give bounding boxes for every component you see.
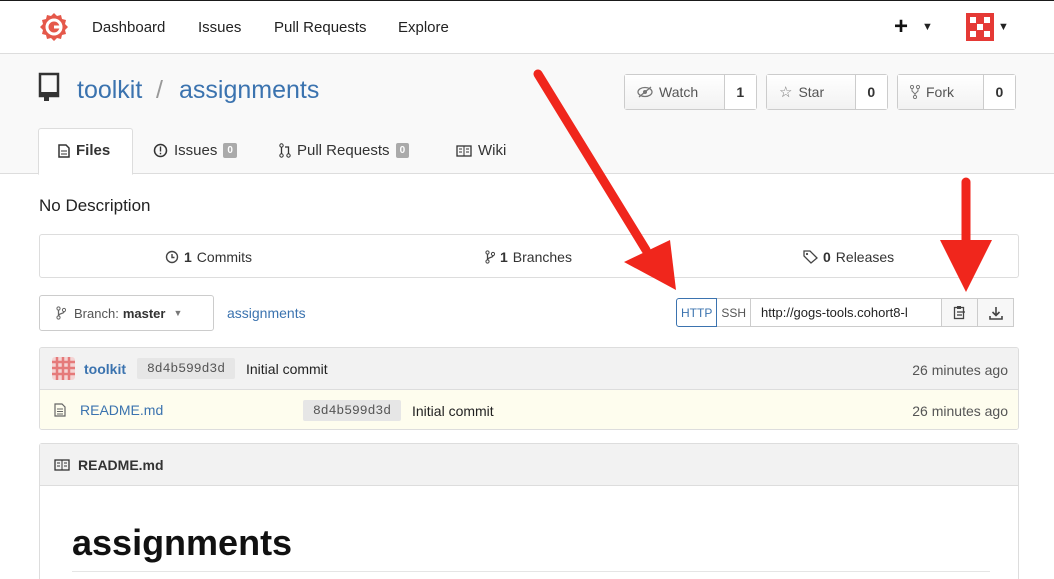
- issues-count-badge: 0: [223, 143, 237, 158]
- commit-author-link[interactable]: toolkit: [84, 361, 126, 377]
- download-icon: [988, 306, 1003, 320]
- repo-owner-link[interactable]: toolkit: [77, 76, 142, 105]
- download-button[interactable]: [978, 298, 1015, 327]
- book-open-icon: [54, 458, 70, 471]
- repo-description: No Description: [39, 196, 151, 215]
- user-caret-icon[interactable]: ▼: [998, 21, 1009, 33]
- readme-heading: assignments: [72, 522, 293, 563]
- branch-selector[interactable]: Branch: master ▼: [39, 295, 214, 331]
- author-avatar[interactable]: [52, 357, 75, 380]
- tag-icon: [803, 250, 818, 264]
- readme-divider: [72, 571, 990, 572]
- file-commit-message[interactable]: Initial commit: [412, 403, 494, 419]
- top-navbar: Dashboard Issues Pull Requests Explore +…: [0, 0, 1054, 54]
- ssh-clone-button[interactable]: SSH: [717, 298, 752, 327]
- tab-pull-requests-label: Pull Requests: [297, 142, 390, 159]
- commit-sha-button[interactable]: 8d4b599d3d: [137, 358, 236, 379]
- fork-button-group: Fork 0: [897, 74, 1016, 110]
- readme-panel: README.md assignments: [39, 443, 1019, 579]
- readme-filename: README.md: [78, 456, 164, 473]
- tab-wiki-label: Wiki: [478, 142, 507, 159]
- repo-name-link[interactable]: assignments: [179, 76, 319, 105]
- nav-explore[interactable]: Explore: [398, 19, 449, 36]
- star-icon: ☆: [779, 84, 793, 101]
- file-text-icon: [54, 403, 66, 417]
- branch-name: master: [122, 305, 166, 321]
- file-table: toolkit 8d4b599d3d Initial commit 26 min…: [39, 347, 1019, 430]
- releases-stat-link[interactable]: 0 Releases: [803, 249, 894, 265]
- commit-message[interactable]: Initial commit: [246, 361, 328, 377]
- issue-opened-icon: [153, 143, 168, 158]
- watch-label: Watch: [659, 84, 699, 100]
- star-button[interactable]: ☆ Star: [767, 75, 856, 109]
- branch-prefix: Branch:: [74, 305, 119, 321]
- gogs-logo-icon[interactable]: [38, 11, 70, 43]
- chevron-down-icon: ▼: [173, 308, 183, 318]
- commits-label: Commits: [196, 249, 253, 265]
- nav-dashboard[interactable]: Dashboard: [92, 19, 165, 36]
- file-commit-time: 26 minutes ago: [912, 403, 1008, 419]
- branch-icon: [56, 306, 66, 320]
- clone-url-input[interactable]: http://gogs-tools.cohort8-l: [751, 298, 943, 327]
- fork-button[interactable]: Fork: [898, 75, 984, 109]
- repo-stats-bar: 1 Commits 1 Branches 0 Releases: [39, 234, 1019, 278]
- watch-count[interactable]: 1: [724, 75, 756, 109]
- commits-stat-link[interactable]: 1 Commits: [165, 249, 252, 265]
- commit-time: 26 minutes ago: [912, 362, 1008, 378]
- breadcrumb-repo-link[interactable]: assignments: [227, 305, 306, 321]
- fork-label: Fork: [926, 84, 954, 100]
- branches-count: 1: [500, 249, 508, 265]
- readme-header: README.md: [40, 444, 1018, 486]
- history-icon: [165, 250, 179, 264]
- fork-icon: [910, 85, 920, 99]
- eye-slash-icon: [637, 86, 653, 98]
- star-button-group: ☆ Star 0: [766, 74, 888, 110]
- repo-path-separator: /: [156, 76, 163, 104]
- nav-issues[interactable]: Issues: [198, 19, 241, 36]
- star-count[interactable]: 0: [855, 75, 887, 109]
- releases-label: Releases: [835, 249, 895, 265]
- commits-count: 1: [184, 249, 192, 265]
- tab-issues-label: Issues: [174, 142, 218, 159]
- book-open-icon: [456, 144, 472, 157]
- http-clone-button[interactable]: HTTP: [676, 298, 718, 327]
- clipboard-icon: [953, 306, 965, 320]
- latest-commit-row: toolkit 8d4b599d3d Initial commit 26 min…: [40, 348, 1018, 390]
- tab-files[interactable]: Files: [58, 142, 110, 159]
- tab-files-label: Files: [76, 142, 111, 159]
- branches-stat-link[interactable]: 1 Branches: [485, 249, 572, 265]
- clone-url-group: HTTP SSH http://gogs-tools.cohort8-l: [676, 298, 1015, 327]
- file-commit-sha[interactable]: 8d4b599d3d: [303, 400, 402, 421]
- fork-count[interactable]: 0: [983, 75, 1015, 109]
- pulls-count-badge: 0: [395, 143, 410, 158]
- table-row[interactable]: README.md 8d4b599d3d Initial commit 26 m…: [40, 390, 1018, 429]
- create-caret-icon[interactable]: ▼: [922, 21, 933, 33]
- pull-request-icon: [279, 143, 291, 158]
- watch-button-group: Watch 1: [624, 74, 757, 110]
- nav-pull-requests[interactable]: Pull Requests: [274, 19, 367, 36]
- copy-url-button[interactable]: [942, 298, 979, 327]
- watch-button[interactable]: Watch: [625, 75, 725, 109]
- file-text-icon: [58, 143, 70, 158]
- star-label: Star: [798, 84, 825, 100]
- user-avatar[interactable]: [966, 13, 994, 41]
- tab-pull-requests[interactable]: Pull Requests 0: [279, 142, 410, 159]
- repo-book-icon: [38, 72, 60, 101]
- tab-issues[interactable]: Issues 0: [153, 142, 237, 159]
- create-new-button[interactable]: +: [894, 13, 908, 41]
- tab-wiki[interactable]: Wiki: [456, 142, 506, 159]
- branches-label: Branches: [512, 249, 572, 265]
- releases-count: 0: [823, 249, 831, 265]
- branch-icon: [485, 250, 495, 264]
- file-name-link[interactable]: README.md: [80, 402, 163, 418]
